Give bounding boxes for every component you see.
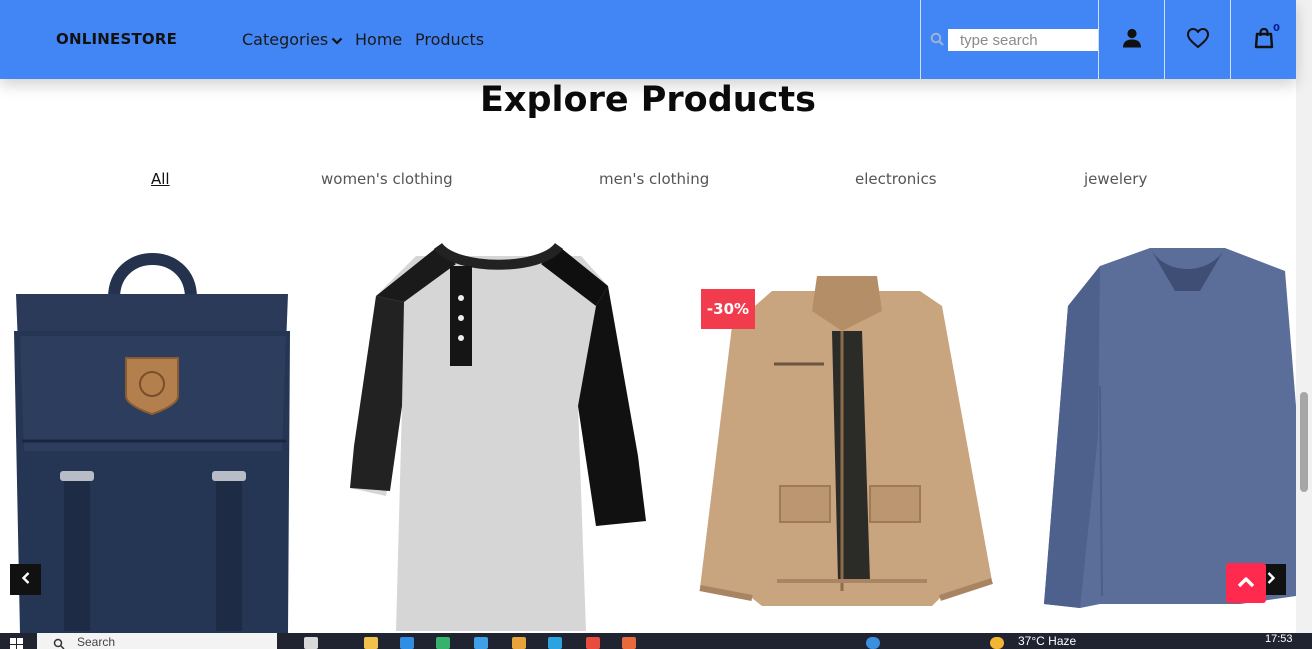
filter-tab-mens-clothing[interactable]: men's clothing: [599, 170, 709, 188]
taskbar-weather[interactable]: 37°C Haze: [1018, 634, 1076, 648]
carousel-prev-button[interactable]: [10, 564, 41, 595]
product-card-raglan-shirt[interactable]: [346, 236, 651, 633]
scroll-to-top-button[interactable]: [1226, 563, 1266, 603]
raglan-shirt-image: [350, 242, 646, 631]
mail-icon[interactable]: [474, 637, 488, 649]
scrollbar-thumb[interactable]: [1300, 392, 1308, 492]
chrome-icon[interactable]: [586, 637, 600, 649]
file-explorer-icon[interactable]: [364, 637, 378, 649]
edge-icon[interactable]: [436, 637, 450, 649]
shopping-bag-icon: [1253, 27, 1275, 53]
user-icon: [1121, 27, 1143, 53]
os-taskbar: Search 37°C Haze 17:53: [0, 633, 1312, 649]
help-icon[interactable]: [866, 637, 880, 649]
account-button[interactable]: [1099, 0, 1165, 79]
vlc-icon[interactable]: [512, 637, 526, 649]
chevron-right-icon: [1265, 570, 1277, 589]
section-title: Explore Products: [479, 80, 816, 120]
nav-divider: [920, 0, 921, 79]
nav-categories-label: Categories: [242, 30, 329, 49]
nav-home-link[interactable]: Home: [355, 30, 402, 49]
filter-tab-womens-clothing[interactable]: women's clothing: [321, 170, 453, 188]
weather-icon: [990, 637, 1004, 649]
search-input[interactable]: [948, 29, 1098, 51]
chevron-left-icon: [20, 570, 32, 589]
filter-tab-jewelery[interactable]: jewelery: [1084, 170, 1147, 188]
backpack-image: [14, 253, 290, 633]
task-view-icon[interactable]: [304, 637, 318, 649]
cart-button[interactable]: 0: [1231, 0, 1297, 79]
taskbar-search-label: Search: [77, 635, 116, 649]
wishlist-button[interactable]: [1165, 0, 1231, 79]
taskbar-clock[interactable]: 17:53: [1265, 633, 1293, 645]
cart-count-badge: 0: [1273, 23, 1280, 34]
windows-start-icon[interactable]: [10, 636, 24, 649]
taskbar-search-box[interactable]: Search: [37, 633, 277, 649]
telegram-icon[interactable]: [548, 637, 562, 649]
search-icon[interactable]: [930, 32, 945, 51]
chevron-up-icon: [1236, 574, 1256, 593]
navbar: ONLINESTORE Categories Home Products 0: [0, 0, 1296, 79]
brave-icon[interactable]: [622, 637, 636, 649]
filter-tab-all[interactable]: All: [151, 170, 170, 188]
page-scrollbar[interactable]: [1296, 0, 1312, 633]
nav-products-link[interactable]: Products: [415, 30, 484, 49]
brand-logo[interactable]: ONLINESTORE: [56, 30, 177, 48]
product-card-backpack[interactable]: [6, 236, 296, 633]
vscode-icon[interactable]: [400, 637, 414, 649]
taskbar-search-icon: [53, 635, 65, 649]
nav-categories-dropdown[interactable]: Categories: [242, 30, 343, 50]
discount-badge: -30%: [701, 289, 755, 329]
heart-icon: [1186, 27, 1210, 53]
filter-tab-electronics[interactable]: electronics: [855, 170, 937, 188]
chevron-down-icon: [331, 31, 343, 50]
